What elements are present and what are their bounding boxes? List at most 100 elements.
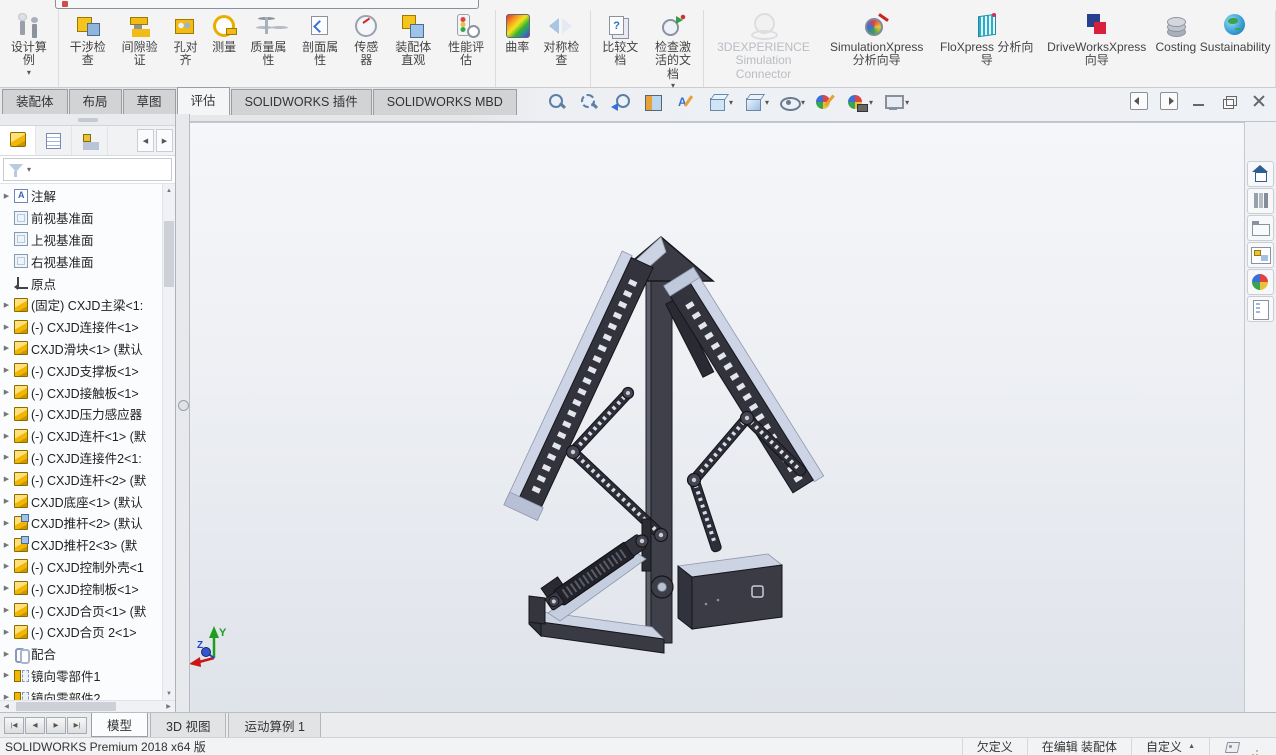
tree-item[interactable]: ▶ (-) CXJD连杆<2> (默 <box>2 468 162 490</box>
expand-right-pane-button[interactable] <box>1160 92 1178 110</box>
measure-button[interactable]: 测量 <box>206 10 243 64</box>
tree-item[interactable]: ▶ (-) CXJD支撑板<1> <box>2 359 162 381</box>
expand-arrow-icon[interactable]: ▶ <box>2 671 11 679</box>
scroll-down-icon[interactable]: ▼ <box>163 687 175 700</box>
expand-arrow-icon[interactable]: ▶ <box>2 562 11 570</box>
tree-item[interactable]: ▶ (-) CXJD控制外壳<1 <box>2 556 162 578</box>
motion-study-1-tab[interactable]: 运动算例 1 <box>228 713 321 737</box>
expand-arrow-icon[interactable]: ▶ <box>2 323 11 331</box>
panel-tab-scroll-left[interactable]: ◀ <box>137 129 154 152</box>
tree-item[interactable]: ▶ (固定) CXJD主梁<1: <box>2 294 162 316</box>
minimize-button[interactable] <box>1190 92 1208 110</box>
tree-item[interactable]: ▶ (-) CXJD合页 2<1> <box>2 621 162 643</box>
expand-arrow-icon[interactable]: ▶ <box>2 606 11 614</box>
expand-arrow-icon[interactable]: ▶ <box>2 410 11 418</box>
compare-documents-button[interactable]: 比较文档 <box>594 10 646 78</box>
performance-evaluation-button[interactable]: 性能评估 <box>440 10 492 78</box>
tab-solidworks-addins[interactable]: SOLIDWORKS 插件 <box>230 89 372 115</box>
expand-arrow-icon[interactable]: ▶ <box>2 192 11 200</box>
tree-item[interactable]: ▶ 镜向零部件2 <box>2 686 162 700</box>
panel-tab-scroll-right[interactable]: ▶ <box>156 129 173 152</box>
tree-item[interactable]: 右视基准面 <box>2 250 162 272</box>
configurationmanager-tab[interactable] <box>72 126 108 155</box>
tree-item[interactable]: ▶ CXJD底座<1> (默认 <box>2 490 162 512</box>
tree-item[interactable]: ▶ (-) CXJD合页<1> (默 <box>2 599 162 621</box>
annotation-views-icon[interactable] <box>673 91 699 113</box>
section-properties-button[interactable]: 剖面属性 <box>294 10 346 78</box>
check-active-document-button[interactable]: 检查激活的文档 ▾ <box>646 10 700 91</box>
clearance-verification-button[interactable]: 间隙验证 <box>114 10 166 78</box>
zoom-to-fit-icon[interactable] <box>545 91 571 113</box>
3dexperience-simulation-connector-button[interactable]: 3DEXPERIENCE Simulation Connector <box>707 10 820 91</box>
expand-arrow-icon[interactable]: ▶ <box>2 301 11 309</box>
tree-item[interactable]: ▶ 配合 <box>2 643 162 665</box>
edit-appearance-icon[interactable] <box>813 91 839 113</box>
close-button[interactable] <box>1250 92 1268 110</box>
scroll-left-icon[interactable]: ◀ <box>0 701 13 712</box>
expand-arrow-icon[interactable]: ▶ <box>2 497 11 505</box>
resize-grip[interactable] <box>1246 740 1260 754</box>
restore-button[interactable] <box>1220 92 1238 110</box>
expand-arrow-icon[interactable]: ▶ <box>2 541 11 549</box>
tag-icon[interactable] <box>1224 741 1240 753</box>
panel-splitter-grip[interactable] <box>0 114 175 126</box>
apply-scene-icon[interactable]: ▾ <box>845 91 875 113</box>
expand-arrow-icon[interactable]: ▶ <box>2 432 11 440</box>
expand-arrow-icon[interactable]: ▶ <box>2 475 11 483</box>
assembly-visualization-button[interactable]: 装配体直观 <box>386 10 440 78</box>
featuremanager-tree-tab[interactable] <box>0 126 36 155</box>
custom-properties-icon[interactable] <box>1247 296 1274 322</box>
tree-item[interactable]: ▶ 镜向零部件1 <box>2 665 162 687</box>
graphics-viewport[interactable]: Y X Z <box>190 122 1244 712</box>
collapse-left-pane-button[interactable] <box>1130 92 1148 110</box>
expand-arrow-icon[interactable]: ▶ <box>2 453 11 461</box>
sustainability-button[interactable]: Sustainability <box>1198 10 1272 64</box>
design-library-icon[interactable] <box>1247 188 1274 214</box>
simulationxpress-wizard-button[interactable]: SimulationXpress 分析向导 <box>820 10 933 78</box>
previous-view-icon[interactable] <box>609 91 635 113</box>
expand-arrow-icon[interactable]: ▶ <box>2 344 11 352</box>
view-palette-icon[interactable] <box>1247 242 1274 268</box>
3d-views-tab[interactable]: 3D 视图 <box>150 713 227 737</box>
tree-horizontal-scrollbar[interactable]: ◀ ▶ <box>0 700 175 712</box>
tab-assembly[interactable]: 装配体 <box>2 89 68 115</box>
tree-item[interactable]: 前视基准面 <box>2 207 162 229</box>
tree-item[interactable]: ▶ (-) CXJD压力感应器 <box>2 403 162 425</box>
file-explorer-icon[interactable] <box>1247 215 1274 241</box>
costing-button[interactable]: Costing <box>1153 10 1198 64</box>
tree-item[interactable]: 原点 <box>2 272 162 294</box>
next-tab-button[interactable]: ▶ <box>46 716 66 734</box>
tree-item[interactable]: ▶ (-) CXJD连接件<1> <box>2 316 162 338</box>
custom-status-menu[interactable]: 自定义 ▲ <box>1131 738 1209 755</box>
tree-filter-input[interactable]: ▾ <box>3 158 172 181</box>
appearances-scenes-icon[interactable] <box>1247 269 1274 295</box>
tree-item[interactable]: 上视基准面 <box>2 229 162 251</box>
section-view-icon[interactable] <box>641 91 667 113</box>
last-tab-button[interactable]: ▶| <box>67 716 87 734</box>
scroll-right-icon[interactable]: ▶ <box>162 701 175 712</box>
floxpress-wizard-button[interactable]: FloXpress 分析向导 <box>933 10 1040 78</box>
tree-item[interactable]: ▶ (-) CXJD连接件2<1: <box>2 447 162 469</box>
driveworksxpress-wizard-button[interactable]: DriveWorksXpress 向导 <box>1040 10 1153 78</box>
tab-evaluate[interactable]: 评估 <box>176 87 230 115</box>
view-orientation-icon[interactable]: ▾ <box>705 91 735 113</box>
scrollbar-thumb[interactable] <box>164 221 174 287</box>
tree-item[interactable]: ▶ (-) CXJD连杆<1> (默 <box>2 425 162 447</box>
expand-arrow-icon[interactable]: ▶ <box>2 388 11 396</box>
tab-layout[interactable]: 布局 <box>68 89 122 115</box>
view-settings-icon[interactable]: ▾ <box>881 91 911 113</box>
previous-tab-button[interactable]: ◀ <box>25 716 45 734</box>
scroll-up-icon[interactable]: ▲ <box>163 184 175 197</box>
tab-solidworks-mbd[interactable]: SOLIDWORKS MBD <box>372 89 517 115</box>
zoom-to-area-icon[interactable] <box>577 91 603 113</box>
propertymanager-tab[interactable] <box>36 126 72 155</box>
expand-arrow-icon[interactable]: ▶ <box>2 628 11 636</box>
expand-arrow-icon[interactable]: ▶ <box>2 584 11 592</box>
expand-arrow-icon[interactable]: ▶ <box>2 366 11 374</box>
expand-arrow-icon[interactable]: ▶ <box>2 519 11 527</box>
hole-alignment-button[interactable]: 孔对齐 <box>166 10 206 78</box>
sensor-button[interactable]: 传感器 <box>346 10 386 78</box>
model-tab[interactable]: 模型 <box>91 713 149 737</box>
mass-properties-button[interactable]: 质量属性 <box>242 10 294 78</box>
expand-arrow-icon[interactable]: ▶ <box>2 693 11 700</box>
